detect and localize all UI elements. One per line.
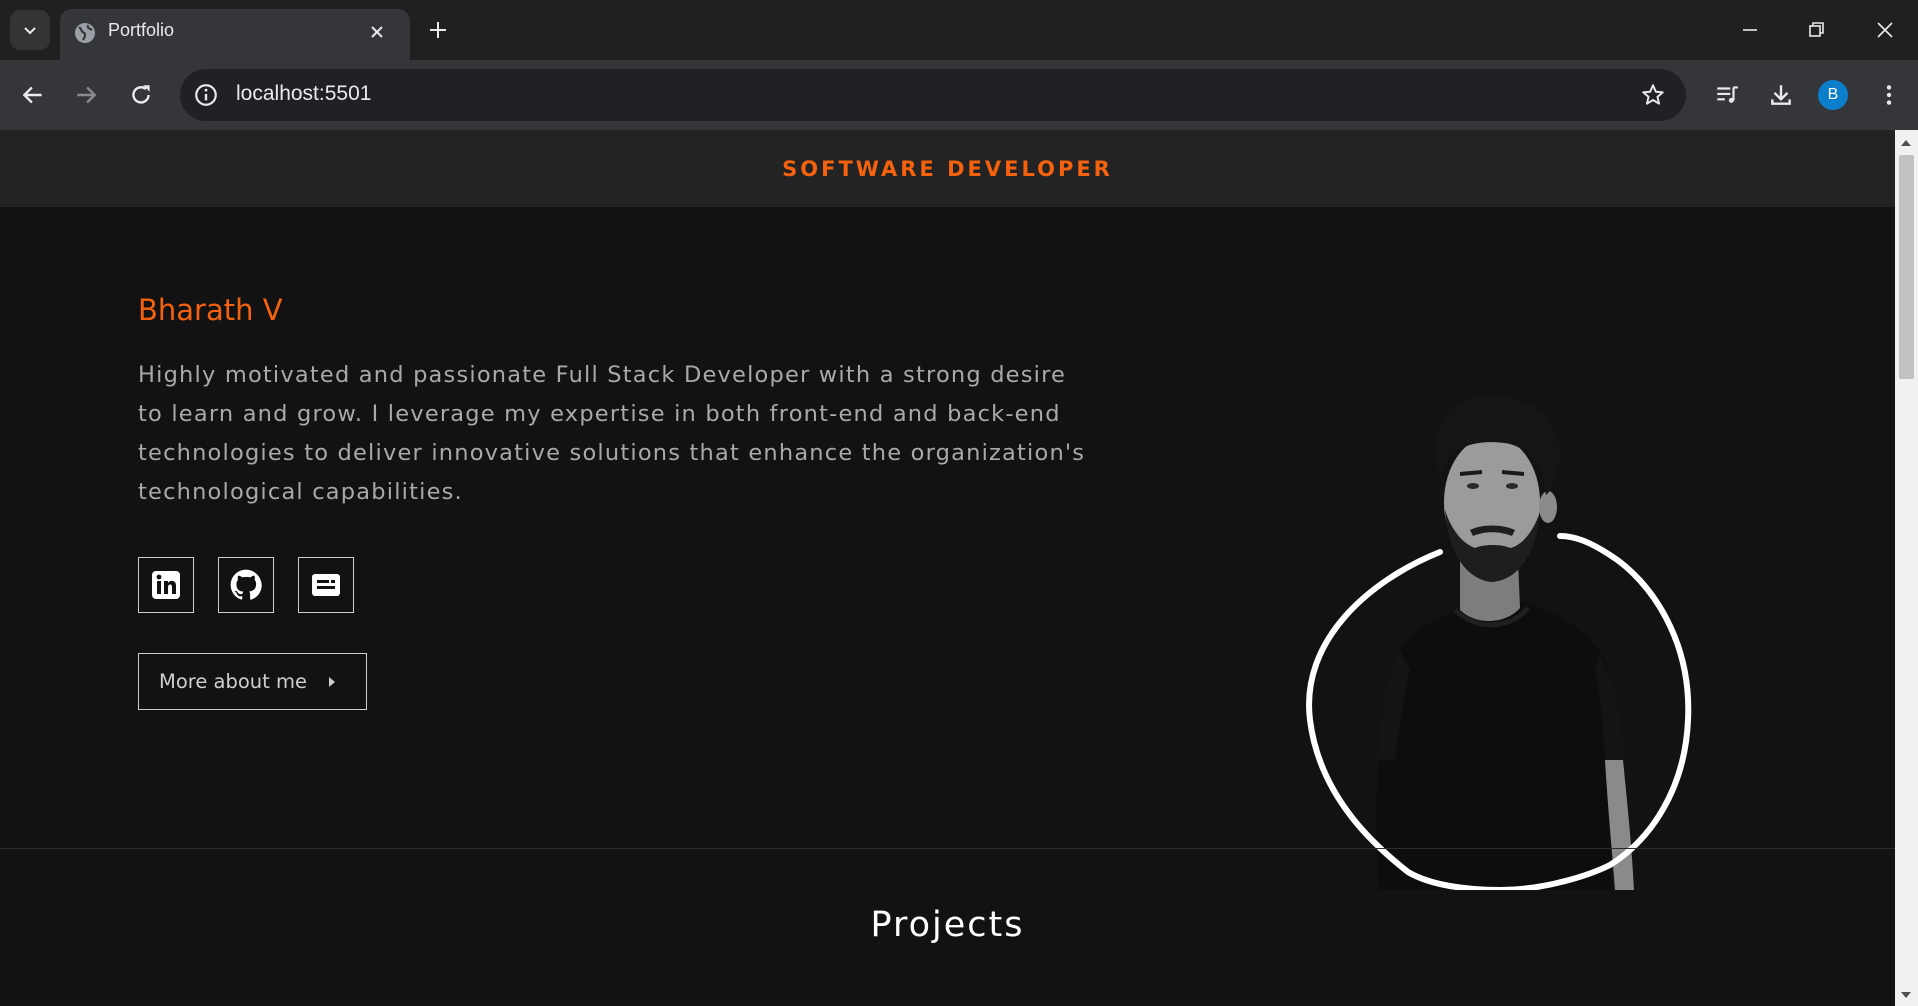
close-icon[interactable] xyxy=(365,20,389,44)
scroll-up-arrow-icon[interactable] xyxy=(1901,140,1911,146)
hero-description: Highly motivated and passionate Full Sta… xyxy=(138,362,1086,505)
media-controls-icon[interactable] xyxy=(1714,82,1740,108)
plus-icon[interactable] xyxy=(426,18,450,42)
linkedin-link[interactable] xyxy=(138,557,194,613)
address-bar[interactable]: localhost:5501 xyxy=(180,69,1686,121)
back-arrow-icon[interactable] xyxy=(20,82,46,108)
section-divider xyxy=(0,848,1895,849)
browser-tabstrip: Portfolio xyxy=(0,0,1918,60)
bookmark-star-icon[interactable] xyxy=(1640,82,1666,108)
site-info-icon[interactable] xyxy=(193,82,219,108)
minimize-icon[interactable] xyxy=(1738,18,1762,42)
restore-icon[interactable] xyxy=(1804,18,1828,42)
hero-name: Bharath V xyxy=(138,293,283,327)
page-viewport: SOFTWARE DEVELOPER Bharath V Highly moti… xyxy=(0,130,1895,1006)
caret-right-icon xyxy=(329,676,335,687)
tab-title: Portfolio xyxy=(108,20,175,40)
linkedin-icon xyxy=(152,571,180,599)
profile-avatar[interactable]: B xyxy=(1818,80,1848,110)
url-text: localhost:5501 xyxy=(236,82,372,105)
header-title: SOFTWARE DEVELOPER xyxy=(782,156,1113,181)
globe-icon xyxy=(75,23,95,43)
github-link[interactable] xyxy=(218,557,274,613)
more-menu-icon[interactable] xyxy=(1876,82,1902,108)
resume-link[interactable] xyxy=(298,557,354,613)
chevron-down-icon xyxy=(24,27,36,35)
projects-heading: Projects xyxy=(870,905,1025,945)
scroll-down-arrow-icon[interactable] xyxy=(1901,992,1911,998)
tab-search-button[interactable] xyxy=(10,10,50,50)
more-about-me-label: More about me xyxy=(159,670,307,693)
reload-icon[interactable] xyxy=(128,82,154,108)
browser-toolbar: localhost:5501 B xyxy=(0,60,1918,130)
profile-portrait xyxy=(1306,396,1692,890)
download-icon[interactable] xyxy=(1768,82,1794,108)
more-about-me-button[interactable]: More about me xyxy=(138,653,367,710)
close-window-icon[interactable] xyxy=(1873,18,1897,42)
site-header: SOFTWARE DEVELOPER xyxy=(0,130,1895,207)
browser-tab[interactable]: Portfolio xyxy=(60,9,410,60)
forward-arrow-icon[interactable] xyxy=(73,82,99,108)
github-icon xyxy=(230,569,262,600)
scrollbar-thumb[interactable] xyxy=(1899,155,1914,379)
page-scrollbar[interactable] xyxy=(1895,130,1918,1006)
resume-icon xyxy=(312,574,340,596)
